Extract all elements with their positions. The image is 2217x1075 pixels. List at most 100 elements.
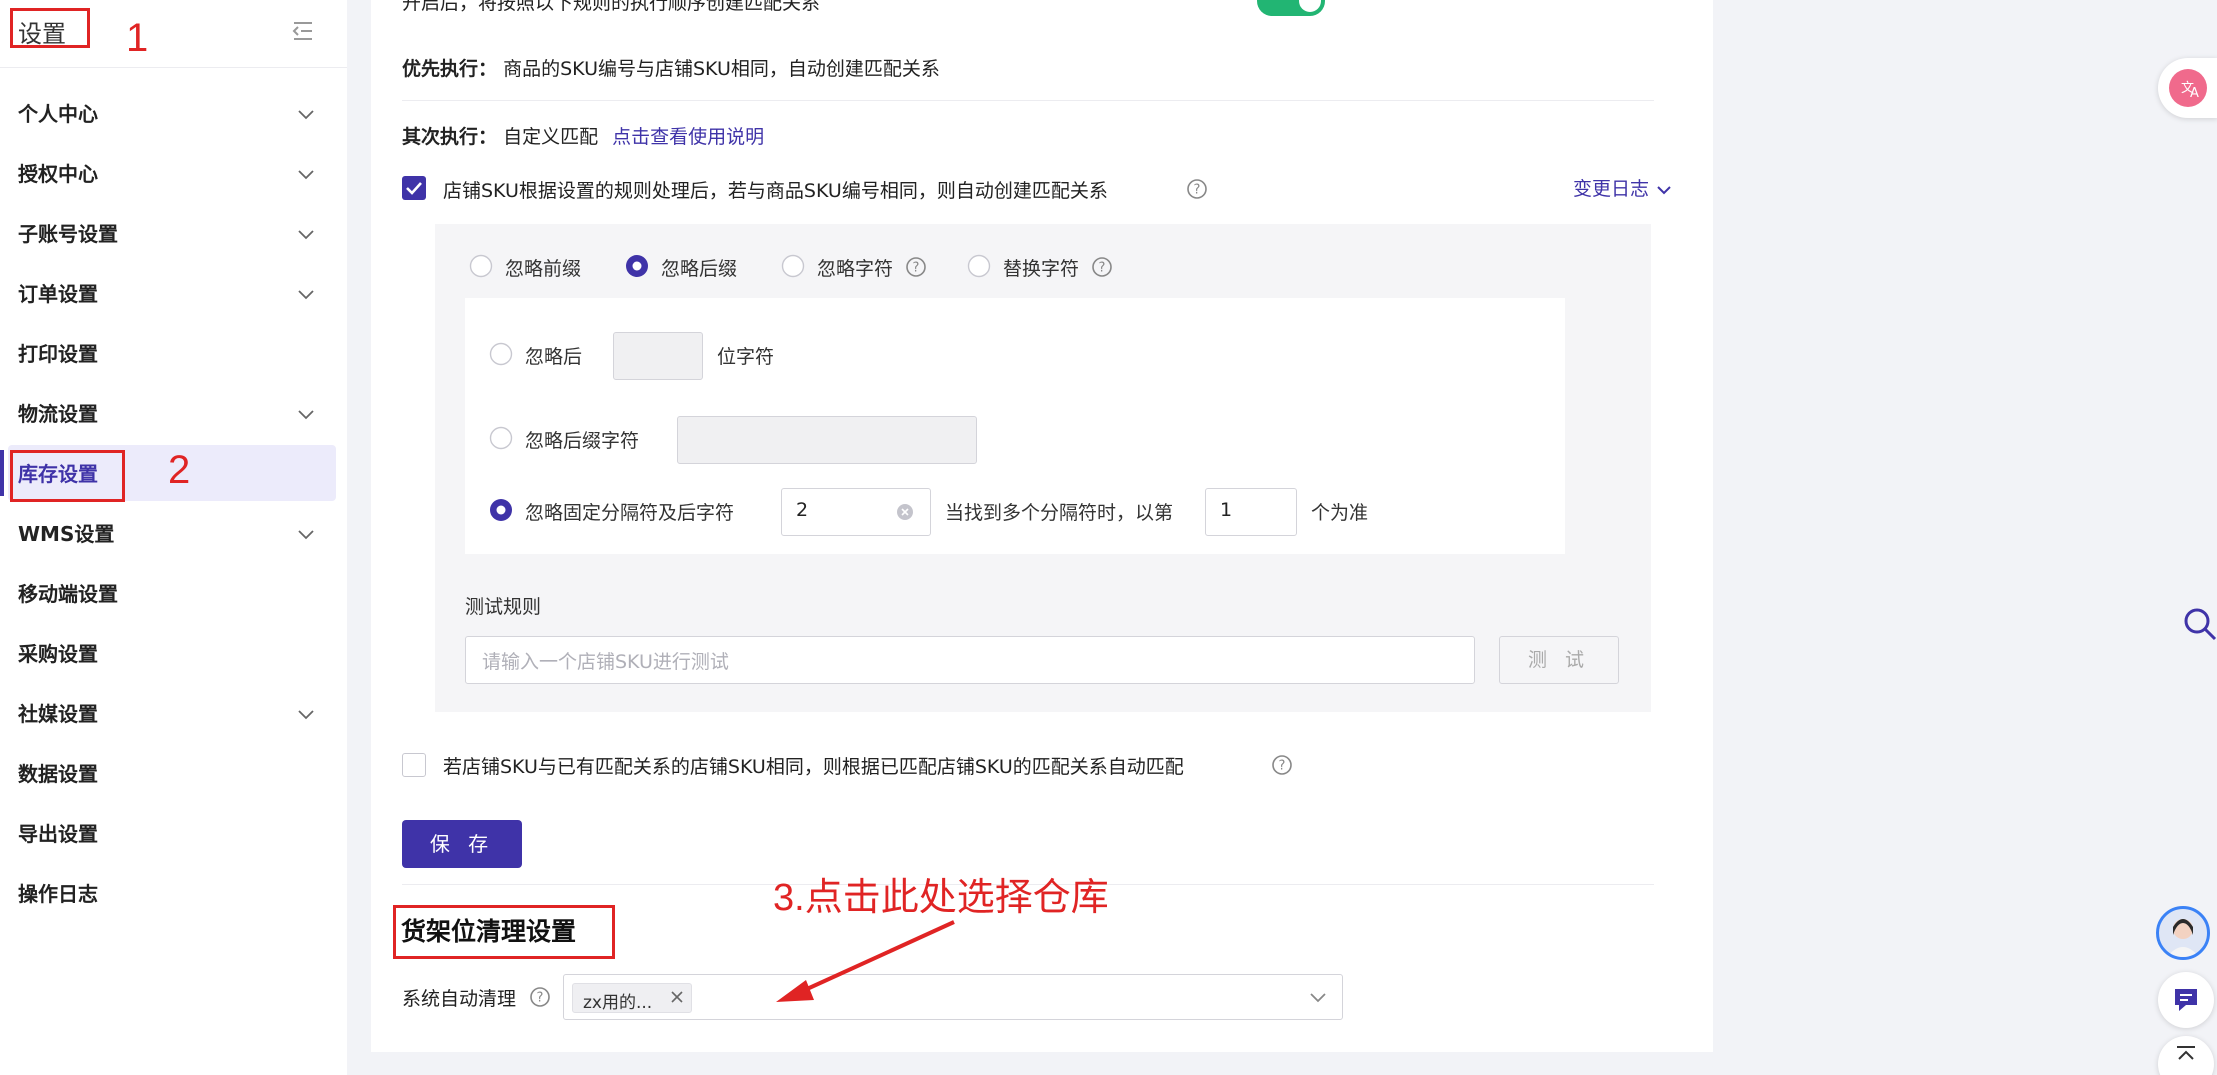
auto-match-checkbox[interactable] (402, 753, 426, 777)
chevron-down-icon (1310, 993, 1326, 1003)
svg-text:?: ? (1099, 261, 1106, 276)
sidebar-item[interactable]: 采购设置 (0, 624, 347, 682)
ignore-separator-label: 忽略固定分隔符及后字符 (525, 502, 735, 524)
ignore-suffix-chars-label: 忽略后缀字符 (525, 430, 640, 452)
usage-guide-link[interactable]: 点击查看使用说明 (612, 126, 764, 148)
test-button[interactable]: 测 试 (1499, 636, 1619, 684)
avatar-icon (2167, 919, 2199, 957)
rule-tab-radio[interactable] (781, 254, 805, 278)
annotation-box-title (10, 8, 90, 48)
auto-match-toggle[interactable] (1257, 0, 1325, 16)
suffix-options-panel: 忽略后 位字符 忽略后缀字符 忽略固定分隔符及后字符 2 当找到多个分隔符时，以… (465, 298, 1565, 554)
save-button[interactable]: 保 存 (402, 820, 522, 868)
help-icon[interactable]: ? (905, 256, 927, 278)
secondary-label: 其次执行： (402, 126, 498, 148)
translate-float[interactable]: 文 A (2158, 58, 2217, 118)
radio-ignore-separator[interactable] (489, 498, 513, 522)
sidebar-item[interactable]: WMS设置 (0, 504, 347, 562)
chevron-down-icon (1657, 185, 1671, 194)
sidebar-item-label: 移动端设置 (18, 582, 118, 606)
rule-tab-label[interactable]: 忽略前缀 (505, 254, 581, 281)
rule-tab-label[interactable]: 忽略字符 (817, 254, 893, 281)
sidebar-item-label: 数据设置 (18, 762, 98, 786)
ignore-last-suffix: 位字符 (717, 346, 775, 368)
svg-text:?: ? (1279, 759, 1286, 774)
sidebar-item[interactable]: 导出设置 (0, 804, 347, 862)
chevron-down-icon (298, 170, 314, 180)
help-icon[interactable]: ? (1186, 178, 1208, 200)
chevron-down-icon (298, 410, 314, 420)
annotation-number-2: 2 (168, 448, 191, 492)
sidebar-item-label: 子账号设置 (18, 222, 118, 246)
message-icon (2175, 989, 2197, 1011)
chevron-down-icon (298, 230, 314, 240)
annotation-number-1: 1 (126, 16, 149, 60)
annotation-arrow (776, 920, 955, 1002)
sidebar-item[interactable]: 打印设置 (0, 324, 347, 382)
annotation-box-shelf (393, 905, 615, 959)
back-to-top-float[interactable] (2158, 1036, 2214, 1075)
svg-text:?: ? (1194, 183, 1201, 198)
rule-tab-radio[interactable] (967, 254, 991, 278)
sidebar-item-label: 操作日志 (18, 882, 98, 906)
warehouse-tag-label: zx用的... (583, 993, 653, 1013)
changelog-link[interactable]: 变更日志 (1573, 178, 1649, 200)
ignore-last-label: 忽略后 (525, 346, 583, 368)
sidebar-item[interactable]: 子账号设置 (0, 204, 347, 262)
rule-tab-label[interactable]: 忽略后缀 (661, 254, 737, 281)
test-sku-placeholder: 请输入一个店铺SKU进行测试 (482, 651, 729, 673)
help-icon[interactable]: ? (1091, 256, 1113, 278)
annotation-box-inventory (10, 450, 125, 502)
auto-clean-label: 系统自动清理 (402, 988, 517, 1010)
clear-icon[interactable] (896, 503, 914, 521)
sidebar: 设置 个人中心 授权中心 子账号设置 订单设置 打印设置 物流设置 库存设置 WMS设置 移动端… (0, 0, 347, 1075)
sidebar-item-label: 个人中心 (18, 102, 98, 126)
search-icon[interactable] (2182, 606, 2217, 642)
sidebar-item-label: 授权中心 (18, 162, 98, 186)
close-icon[interactable] (669, 989, 685, 1005)
back-to-top-icon (2177, 1046, 2195, 1060)
svg-text:A: A (2190, 86, 2199, 101)
priority-row: 优先执行： 商品的SKU编号与店铺SKU相同，自动创建匹配关系 (402, 54, 940, 81)
rule-tab-radio[interactable] (469, 254, 493, 278)
radio-ignore-last-n[interactable] (489, 342, 513, 366)
rule-tab-label[interactable]: 替换字符 (1003, 254, 1079, 281)
multi-separator-text: 当找到多个分隔符时，以第 (945, 502, 1174, 524)
support-avatar[interactable] (2156, 906, 2210, 960)
priority-label: 优先执行： (402, 58, 498, 80)
svg-text:?: ? (913, 261, 920, 276)
sidebar-item[interactable]: 授权中心 (0, 144, 347, 202)
radio-ignore-suffix-chars[interactable] (489, 426, 513, 450)
help-icon[interactable]: ? (1271, 754, 1293, 776)
help-icon[interactable]: ? (529, 986, 551, 1008)
collapse-menu-icon[interactable] (290, 18, 316, 44)
separator-index-input[interactable]: 1 (1205, 488, 1297, 536)
test-rule-label: 测试规则 (465, 596, 542, 618)
check-icon (406, 182, 422, 195)
sidebar-item[interactable]: 移动端设置 (0, 564, 347, 622)
sidebar-item[interactable]: 操作日志 (0, 864, 347, 922)
separator-input[interactable]: 2 (781, 488, 931, 536)
rule-tab-radio[interactable] (625, 254, 649, 278)
sidebar-item-label: 社媒设置 (18, 702, 98, 726)
rule-checkbox[interactable] (402, 176, 426, 200)
sidebar-item[interactable]: 社媒设置 (0, 684, 347, 742)
message-float[interactable] (2158, 972, 2214, 1028)
sidebar-item[interactable]: 个人中心 (0, 84, 347, 142)
suffix-chars-input[interactable] (677, 416, 977, 464)
rule-checkbox-label: 店铺SKU根据设置的规则处理后，若与商品SKU编号相同，则自动创建匹配关系 (443, 180, 1108, 202)
divider (402, 100, 1654, 101)
changelog-toggle[interactable]: 变更日志 (1573, 174, 1673, 201)
sidebar-item[interactable]: 数据设置 (0, 744, 347, 802)
ignore-last-count-input[interactable] (613, 332, 703, 380)
test-sku-input[interactable]: 请输入一个店铺SKU进行测试 (465, 636, 1475, 684)
feature-description: 开启后，将按照以下规则的执行顺序创建匹配关系 (402, 0, 821, 14)
chevron-down-icon (298, 110, 314, 120)
index-suffix-text: 个为准 (1311, 502, 1369, 524)
translate-icon: 文 A (2169, 69, 2207, 107)
sidebar-item-label: 打印设置 (18, 342, 98, 366)
sidebar-item[interactable]: 订单设置 (0, 264, 347, 322)
auto-match-label: 若店铺SKU与已有匹配关系的店铺SKU相同，则根据已匹配店铺SKU的匹配关系自动… (443, 756, 1184, 778)
secondary-text: 自定义匹配 (503, 126, 599, 148)
sidebar-item[interactable]: 物流设置 (0, 384, 347, 442)
